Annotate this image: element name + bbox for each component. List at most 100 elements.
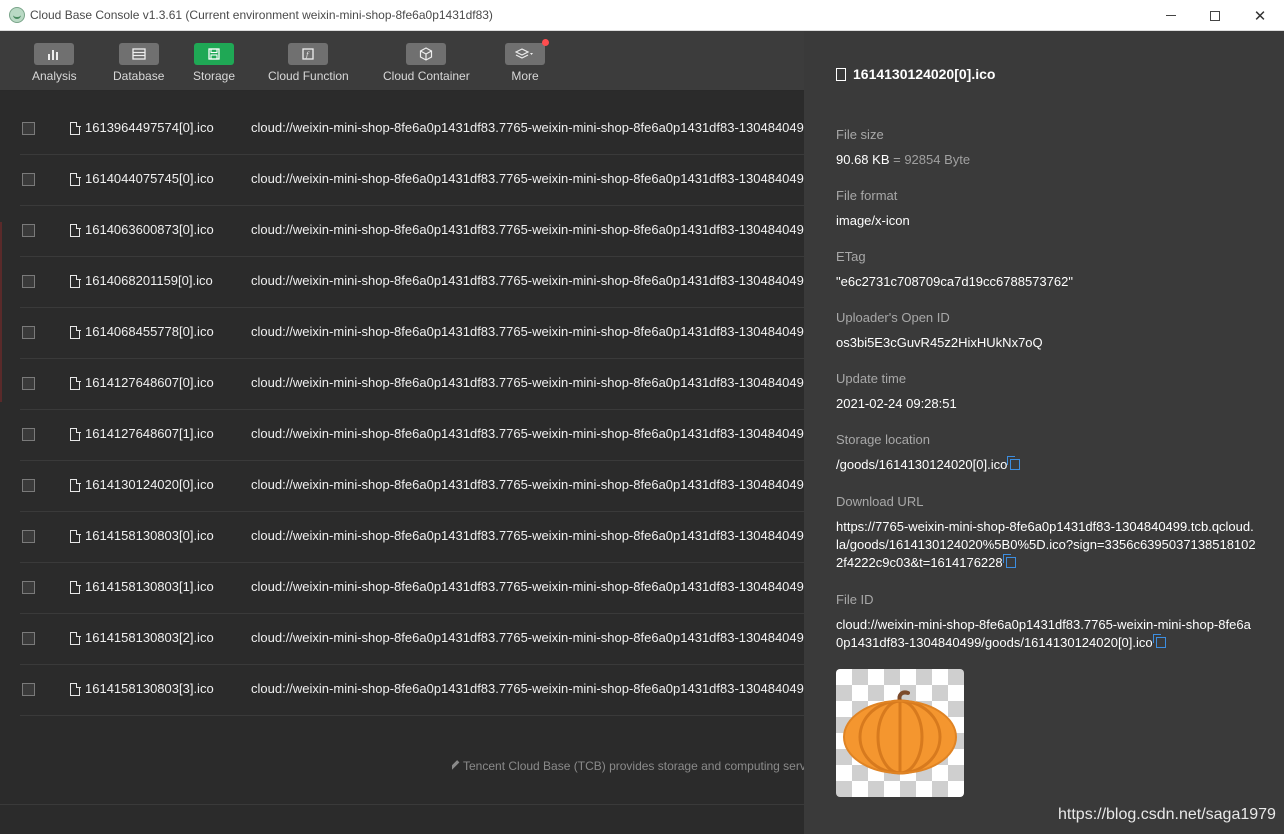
toolbar-cloud-function[interactable]: f Cloud Function xyxy=(268,43,349,83)
table-row[interactable]: 1614158130803[2].ico cloud://weixin-mini… xyxy=(20,614,804,665)
uploader-label: Uploader's Open ID xyxy=(836,310,950,325)
file-icon xyxy=(70,631,81,645)
row-checkbox[interactable] xyxy=(22,122,35,135)
row-checkbox[interactable] xyxy=(22,479,35,492)
detail-title-text: 1614130124020[0].ico xyxy=(853,66,996,82)
row-checkbox[interactable] xyxy=(22,173,35,186)
toolbar-cloud-container[interactable]: Cloud Container xyxy=(383,43,470,83)
toolbar-cloud-container-button[interactable] xyxy=(406,43,447,65)
file-icon xyxy=(70,580,81,594)
storage-location-label: Storage location xyxy=(836,432,930,447)
file-format-field: File format image/x-icon xyxy=(836,188,1256,230)
maximize-button[interactable] xyxy=(1192,0,1238,31)
file-name[interactable]: 1614127648607[0].ico xyxy=(85,375,214,390)
file-name[interactable]: 1614158130803[0].ico xyxy=(85,528,214,543)
toolbar-database-label: Database xyxy=(113,69,165,83)
row-checkbox[interactable] xyxy=(22,377,35,390)
etag-value: "e6c2731c708709ca7d19cc6788573762" xyxy=(836,274,1073,289)
file-id: cloud://weixin-mini-shop-8fe6a0p1431df83… xyxy=(251,528,804,543)
file-name[interactable]: 1614130124020[0].ico xyxy=(85,477,214,492)
list-edge-accent xyxy=(0,222,2,402)
table-row[interactable]: 1614127648607[1].ico cloud://weixin-mini… xyxy=(20,410,804,461)
row-checkbox[interactable] xyxy=(22,428,35,441)
row-checkbox[interactable] xyxy=(22,683,35,696)
file-name[interactable]: 1614044075745[0].ico xyxy=(85,171,214,186)
minimize-icon xyxy=(1166,15,1176,16)
etag-field: ETag "e6c2731c708709ca7d19cc6788573762" xyxy=(836,249,1256,291)
minimize-button[interactable] xyxy=(1148,0,1194,31)
table-row[interactable]: 1614130124020[0].ico cloud://weixin-mini… xyxy=(20,461,804,512)
file-icon xyxy=(70,274,81,288)
toolbar-analysis[interactable]: Analysis xyxy=(32,43,77,83)
toolbar-storage-button[interactable] xyxy=(194,43,235,65)
row-checkbox[interactable] xyxy=(22,275,35,288)
toolbar-database-button[interactable] xyxy=(118,43,159,65)
file-name[interactable]: 1614063600873[0].ico xyxy=(85,222,214,237)
container-icon xyxy=(420,47,433,61)
toolbar-analysis-button[interactable] xyxy=(34,43,75,65)
function-icon: f xyxy=(302,48,315,60)
window-title-bar: Cloud Base Console v1.3.61 (Current envi… xyxy=(0,0,1284,31)
file-name[interactable]: 1614158130803[2].ico xyxy=(85,630,214,645)
close-icon: ✕ xyxy=(1253,7,1267,25)
update-time-value: 2021-02-24 09:28:51 xyxy=(836,396,957,411)
file-id-label: File ID xyxy=(836,592,874,607)
main-toolbar: Analysis Database Storage f Cloud Functi… xyxy=(0,31,804,91)
row-checkbox[interactable] xyxy=(22,326,35,339)
row-checkbox[interactable] xyxy=(22,632,35,645)
file-list: 1613964497574[0].ico cloud://weixin-mini… xyxy=(0,92,804,804)
copy-icon[interactable] xyxy=(1007,456,1021,470)
maximize-icon xyxy=(1210,10,1220,21)
watermark: https://blog.csdn.net/saga1979 xyxy=(1058,806,1276,823)
database-icon xyxy=(132,48,146,60)
svg-text:f: f xyxy=(305,51,310,59)
file-preview-image[interactable] xyxy=(836,669,964,797)
table-row[interactable]: 1614158130803[1].ico cloud://weixin-mini… xyxy=(20,563,804,614)
file-icon xyxy=(70,529,81,543)
storage-location-text: /goods/1614130124020[0].ico xyxy=(836,457,1008,472)
file-name[interactable]: 1614158130803[1].ico xyxy=(85,579,214,594)
toolbar-storage[interactable]: Storage xyxy=(193,43,235,83)
toolbar-database[interactable]: Database xyxy=(113,43,164,83)
table-row[interactable]: 1614044075745[0].ico cloud://weixin-mini… xyxy=(20,155,804,206)
file-icon xyxy=(70,325,81,339)
download-url-text[interactable]: https://7765-weixin-mini-shop-8fe6a0p143… xyxy=(836,519,1256,570)
row-checkbox[interactable] xyxy=(22,530,35,543)
table-row[interactable]: 1614127648607[0].ico cloud://weixin-mini… xyxy=(20,359,804,410)
table-row[interactable]: 1614068455778[0].ico cloud://weixin-mini… xyxy=(20,308,804,359)
toolbar-more[interactable]: More xyxy=(505,39,549,83)
table-row[interactable]: 1614158130803[0].ico cloud://weixin-mini… xyxy=(20,512,804,563)
download-url-value: https://7765-weixin-mini-shop-8fe6a0p143… xyxy=(836,518,1256,572)
copy-icon[interactable] xyxy=(1152,634,1166,648)
file-icon xyxy=(70,478,81,492)
close-button[interactable]: ✕ xyxy=(1237,0,1283,31)
copy-icon[interactable] xyxy=(1002,554,1016,568)
toolbar-cloud-container-label: Cloud Container xyxy=(383,69,470,83)
file-name[interactable]: 1614158130803[3].ico xyxy=(85,681,214,696)
file-id: cloud://weixin-mini-shop-8fe6a0p1431df83… xyxy=(251,426,804,441)
table-row[interactable]: 1613964497574[0].ico cloud://weixin-mini… xyxy=(20,104,804,155)
file-id: cloud://weixin-mini-shop-8fe6a0p1431df83… xyxy=(251,630,804,645)
file-name[interactable]: 1613964497574[0].ico xyxy=(85,120,214,135)
row-checkbox[interactable] xyxy=(22,224,35,237)
toolbar-cloud-function-button[interactable]: f xyxy=(288,43,329,65)
file-id-field: File ID cloud://weixin-mini-shop-8fe6a0p… xyxy=(836,592,1256,652)
file-icon xyxy=(836,67,846,81)
file-name[interactable]: 1614127648607[1].ico xyxy=(85,426,214,441)
pumpkin-image xyxy=(843,690,957,775)
update-time-field: Update time 2021-02-24 09:28:51 xyxy=(836,371,1256,413)
file-name[interactable]: 1614068455778[0].ico xyxy=(85,324,214,339)
file-icon xyxy=(70,427,81,441)
download-url-label: Download URL xyxy=(836,494,924,509)
table-row[interactable]: 1614063600873[0].ico cloud://weixin-mini… xyxy=(20,206,804,257)
uploader-value: os3bi5E3cGuvR45z2HixHUkNx7oQ xyxy=(836,335,1043,350)
file-id-text: cloud://weixin-mini-shop-8fe6a0p1431df83… xyxy=(836,617,1251,650)
toolbar-more-button[interactable] xyxy=(505,39,549,65)
row-checkbox[interactable] xyxy=(22,581,35,594)
table-row[interactable]: 1614158130803[3].ico cloud://weixin-mini… xyxy=(20,665,804,716)
file-icon xyxy=(70,682,81,696)
file-name[interactable]: 1614068201159[0].ico xyxy=(85,273,213,288)
file-icon xyxy=(70,223,81,237)
file-id: cloud://weixin-mini-shop-8fe6a0p1431df83… xyxy=(251,375,804,390)
table-row[interactable]: 1614068201159[0].ico cloud://weixin-mini… xyxy=(20,257,804,308)
